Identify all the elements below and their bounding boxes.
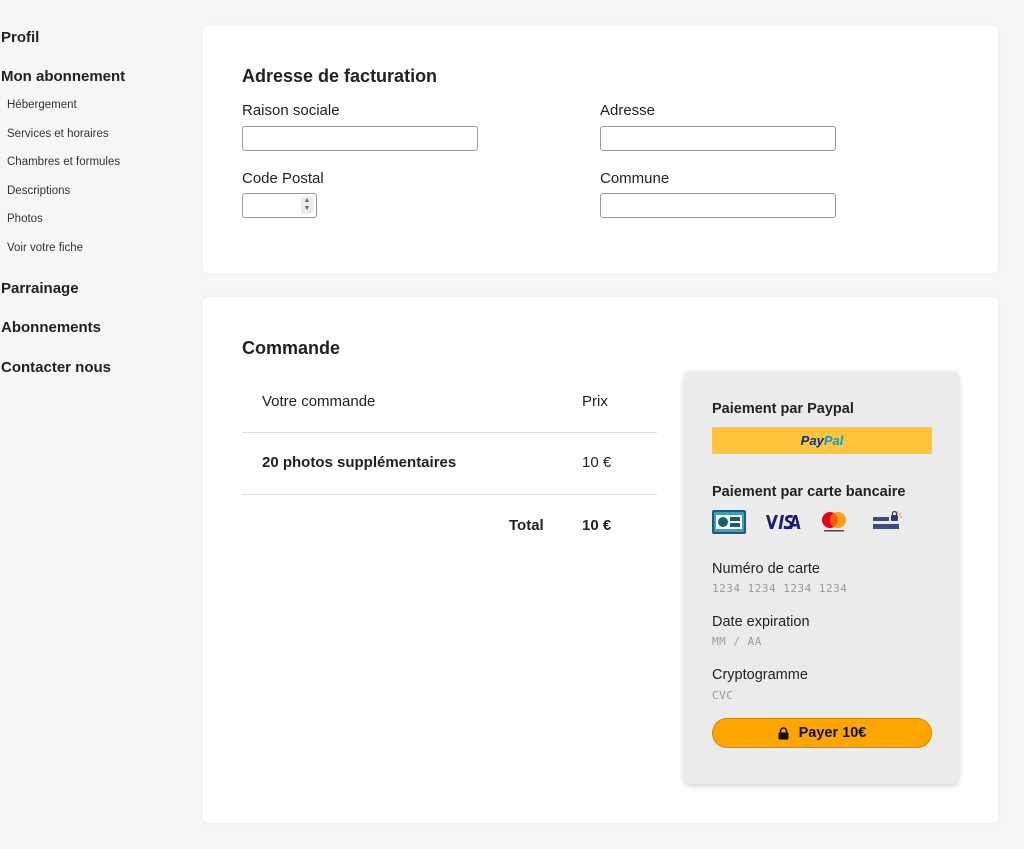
pay-button[interactable]: Payer 10€ <box>712 718 932 748</box>
address-label: Adresse <box>600 102 656 119</box>
expiry-label: Date expiration <box>712 614 810 630</box>
payment-panel: Paiement par Paypal PayPal Paiement par … <box>684 371 959 784</box>
postal-label: Code Postal <box>242 170 324 187</box>
sidebar-subitem-services[interactable]: Services et horaires <box>7 128 109 140</box>
address-input[interactable] <box>600 126 836 151</box>
paypal-logo-part2: Pal <box>823 433 844 448</box>
total-value: 10 € <box>582 517 612 534</box>
sidebar-item-parrainage[interactable]: Parrainage <box>1 280 79 297</box>
sidebar-subitem-hebergement[interactable]: Hébergement <box>7 99 77 111</box>
billing-title: Adresse de facturation <box>242 66 438 86</box>
city-label: Commune <box>600 170 670 187</box>
order-title: Commande <box>242 338 341 358</box>
sidebar-item-contacter[interactable]: Contacter nous <box>1 359 111 376</box>
cb-icon <box>712 510 746 534</box>
paypal-logo-part1: Pay <box>800 433 824 448</box>
col-item-header: Votre commande <box>262 393 376 410</box>
card-number-input[interactable] <box>712 580 912 596</box>
sidebar-subitem-chambres[interactable]: Chambres et formules <box>7 156 120 168</box>
sidebar-item-profil[interactable]: Profil <box>1 29 39 46</box>
cvc-label: Cryptogramme <box>712 667 808 683</box>
total-row: Total 10 € <box>242 495 657 556</box>
order-header-row: Votre commande Prix <box>242 371 657 432</box>
paypal-heading: Paiement par Paypal <box>712 401 854 417</box>
company-label: Raison sociale <box>242 102 340 119</box>
city-input[interactable] <box>600 193 836 218</box>
card-logos <box>712 510 932 534</box>
visa-icon <box>766 514 801 530</box>
table-row: 20 photos supplémentaires 10 € <box>242 433 657 494</box>
order-card: Commande Votre commande Prix 20 photos s… <box>203 297 998 823</box>
pay-button-label: Payer 10€ <box>798 725 867 741</box>
lock-icon <box>778 726 789 739</box>
col-price-header: Prix <box>582 393 608 410</box>
postal-input[interactable]: ▲ ▼ <box>242 193 317 218</box>
sidebar-subitem-voir-fiche[interactable]: Voir votre fiche <box>7 242 83 254</box>
company-input[interactable] <box>242 126 478 151</box>
sidebar-item-mon-abonnement[interactable]: Mon abonnement <box>1 68 125 85</box>
sidebar-item-abonnements[interactable]: Abonnements <box>1 319 101 336</box>
item-price: 10 € <box>582 454 612 471</box>
item-name: 20 photos supplémentaires <box>262 454 457 471</box>
card-number-label: Numéro de carte <box>712 561 820 577</box>
paypal-button[interactable]: PayPal <box>712 427 932 454</box>
total-label: Total <box>509 517 544 534</box>
sidebar-subitem-photos[interactable]: Photos <box>7 213 43 225</box>
expiry-input[interactable] <box>712 633 912 649</box>
cvc-input[interactable] <box>712 687 912 703</box>
billing-card: Adresse de facturation Raison sociale Ad… <box>203 26 998 273</box>
mastercard-icon <box>822 512 846 532</box>
card-heading: Paiement par carte bancaire <box>712 484 906 500</box>
sidebar-subitem-descriptions[interactable]: Descriptions <box>7 185 70 197</box>
letsencrypt-icon <box>873 510 902 529</box>
stepper-icon[interactable]: ▲ ▼ <box>301 197 313 214</box>
